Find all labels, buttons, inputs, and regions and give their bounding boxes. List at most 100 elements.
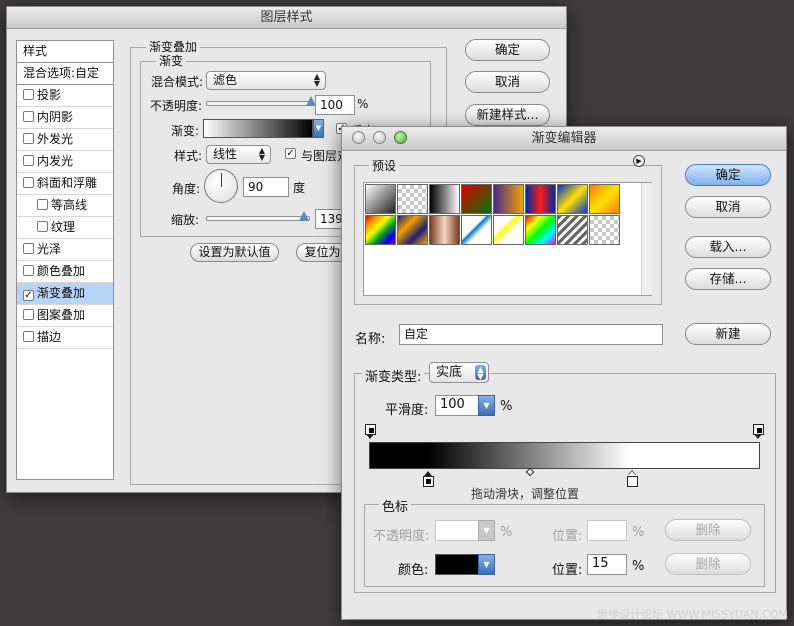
style-item-checkbox[interactable] [23, 89, 34, 100]
scale-slider-handle[interactable] [298, 211, 309, 221]
style-item[interactable]: 纹理 [17, 217, 113, 239]
preset-swatch[interactable] [589, 184, 620, 214]
style-item-label: 内阴影 [37, 110, 74, 124]
styles-list: 样式 混合选项:自定 投影内阴影外发光内发光 斜面和浮雕 等高线纹理光泽颜色叠加 ✓ 渐… [16, 40, 114, 480]
smoothness-dropdown-button[interactable]: ▼ [478, 395, 495, 416]
preset-swatch[interactable] [493, 184, 524, 214]
angle-input[interactable]: 90 [243, 177, 289, 197]
gradient-preview[interactable] [203, 119, 313, 138]
preset-swatch[interactable] [493, 215, 524, 245]
opacity-stop-right[interactable] [753, 424, 764, 439]
style-item[interactable]: 外发光 [17, 129, 113, 151]
preset-swatch[interactable] [429, 215, 460, 245]
style-item-checkbox[interactable] [23, 265, 34, 276]
style-item-checkbox[interactable] [37, 221, 48, 232]
gradient-cancel-button[interactable]: 取消 [685, 196, 771, 218]
gradient-ramp[interactable] [369, 442, 760, 469]
stop-color-dropdown-button[interactable]: ▼ [478, 554, 495, 575]
presets-menu-icon[interactable]: ▶ [633, 155, 645, 167]
layer-style-ok-button[interactable]: 确定 [465, 39, 550, 61]
preset-swatch[interactable] [429, 184, 460, 214]
stop-opacity-label: 不透明度: [373, 529, 430, 544]
preset-swatch[interactable] [525, 215, 556, 245]
smoothness-input[interactable]: 100 [435, 395, 479, 416]
style-item-checkbox[interactable] [23, 133, 34, 144]
opacity-stop-left[interactable] [365, 424, 376, 439]
style-item-label: 光泽 [37, 242, 62, 256]
style-item-checkbox[interactable] [23, 331, 34, 342]
layer-style-cancel-button[interactable]: 取消 [465, 71, 550, 93]
select-arrows-icon: ▲ ▼ [258, 146, 266, 162]
layer-style-titlebar[interactable]: 图层样式 [7, 7, 566, 29]
set-default-button[interactable]: 设置为默认值 [190, 243, 279, 262]
style-item[interactable]: 投影 [17, 85, 113, 107]
style-item-label: 纹理 [51, 220, 76, 234]
gradient-type-label: 渐变类型: [362, 366, 425, 385]
gradient-ok-button[interactable]: 确定 [685, 164, 771, 186]
gradient-type-value: 实底 [436, 365, 463, 380]
delete-opacity-stop-button[interactable]: 删除 [665, 519, 751, 541]
close-window-icon[interactable] [352, 131, 365, 144]
preset-swatch[interactable] [461, 184, 492, 214]
name-input[interactable]: 自定 [399, 324, 663, 345]
preset-swatch[interactable] [525, 184, 556, 214]
preset-swatch[interactable] [589, 215, 620, 245]
opacity-input[interactable]: 100 [315, 95, 355, 115]
new-gradient-button[interactable]: 新建 [685, 323, 771, 345]
presets-scrollbar[interactable] [641, 183, 652, 295]
style-item-checkbox[interactable] [23, 309, 34, 320]
stop-color-swatch[interactable] [435, 554, 479, 575]
style-item-checkbox[interactable] [23, 111, 34, 122]
opacity-slider[interactable] [206, 96, 316, 106]
style-item[interactable]: 图案叠加 [17, 305, 113, 327]
style-select[interactable]: 线性 ▲ ▼ [206, 145, 271, 164]
blend-mode-select[interactable]: 滤色 ▲ ▼ [206, 71, 326, 90]
color-location-input[interactable]: 15 [587, 554, 627, 575]
style-item[interactable]: 内发光 [17, 151, 113, 173]
color-location-label: 位置: [552, 563, 583, 578]
style-item-checkbox[interactable] [23, 243, 34, 254]
style-item[interactable]: 光泽 [17, 239, 113, 261]
preset-swatch[interactable] [397, 215, 428, 245]
style-item[interactable]: 等高线 [17, 195, 113, 217]
opacity-location-input[interactable] [587, 520, 627, 541]
stop-opacity-input[interactable] [435, 520, 479, 541]
preset-swatch[interactable] [397, 184, 428, 214]
gradient-type-select[interactable]: 实底 ▲ ▼ [429, 362, 489, 383]
load-button[interactable]: 载入... [685, 236, 771, 258]
style-item-checkbox[interactable] [23, 177, 34, 188]
preset-swatch[interactable] [365, 184, 396, 214]
stop-opacity-dropdown-button[interactable]: ▼ [478, 520, 495, 541]
style-item[interactable]: 颜色叠加 [17, 261, 113, 283]
align-with-layer-checkbox[interactable]: ✓ [285, 148, 296, 159]
style-item-checkbox[interactable] [23, 155, 34, 166]
style-item-label: 渐变叠加 [37, 286, 86, 300]
preset-swatch[interactable] [557, 215, 588, 245]
style-item-checkbox[interactable] [37, 199, 48, 210]
gradient-dropdown-button[interactable]: ▼ [313, 119, 324, 138]
scale-slider[interactable] [206, 211, 310, 221]
style-item[interactable]: 斜面和浮雕 [17, 173, 113, 195]
gradient-editor-titlebar[interactable]: 渐变编辑器 [342, 127, 786, 151]
style-item[interactable]: ✓ 渐变叠加 [17, 283, 113, 305]
styles-header[interactable]: 样式 [17, 41, 113, 63]
angle-dial[interactable] [204, 169, 238, 203]
color-stop-black[interactable] [423, 471, 434, 487]
style-item-checkbox[interactable]: ✓ [23, 290, 34, 301]
color-stop-white[interactable] [627, 471, 638, 487]
zoom-window-icon[interactable] [394, 131, 407, 144]
delete-color-stop-button[interactable]: 删除 [665, 553, 751, 575]
save-button[interactable]: 存储... [685, 268, 771, 290]
style-item-label: 颜色叠加 [37, 264, 86, 278]
style-item-label: 外发光 [37, 132, 74, 146]
chevron-down-icon: ▼ [483, 401, 490, 410]
preset-swatch[interactable] [557, 184, 588, 214]
style-item[interactable]: 内阴影 [17, 107, 113, 129]
smoothness-unit: % [500, 399, 513, 414]
preset-swatch[interactable] [461, 215, 492, 245]
minimize-window-icon[interactable] [373, 131, 386, 144]
blend-options-item[interactable]: 混合选项:自定 [17, 63, 113, 85]
style-item[interactable]: 描边 [17, 327, 113, 349]
preset-swatch[interactable] [365, 215, 396, 245]
new-style-button[interactable]: 新建样式... [465, 104, 550, 126]
